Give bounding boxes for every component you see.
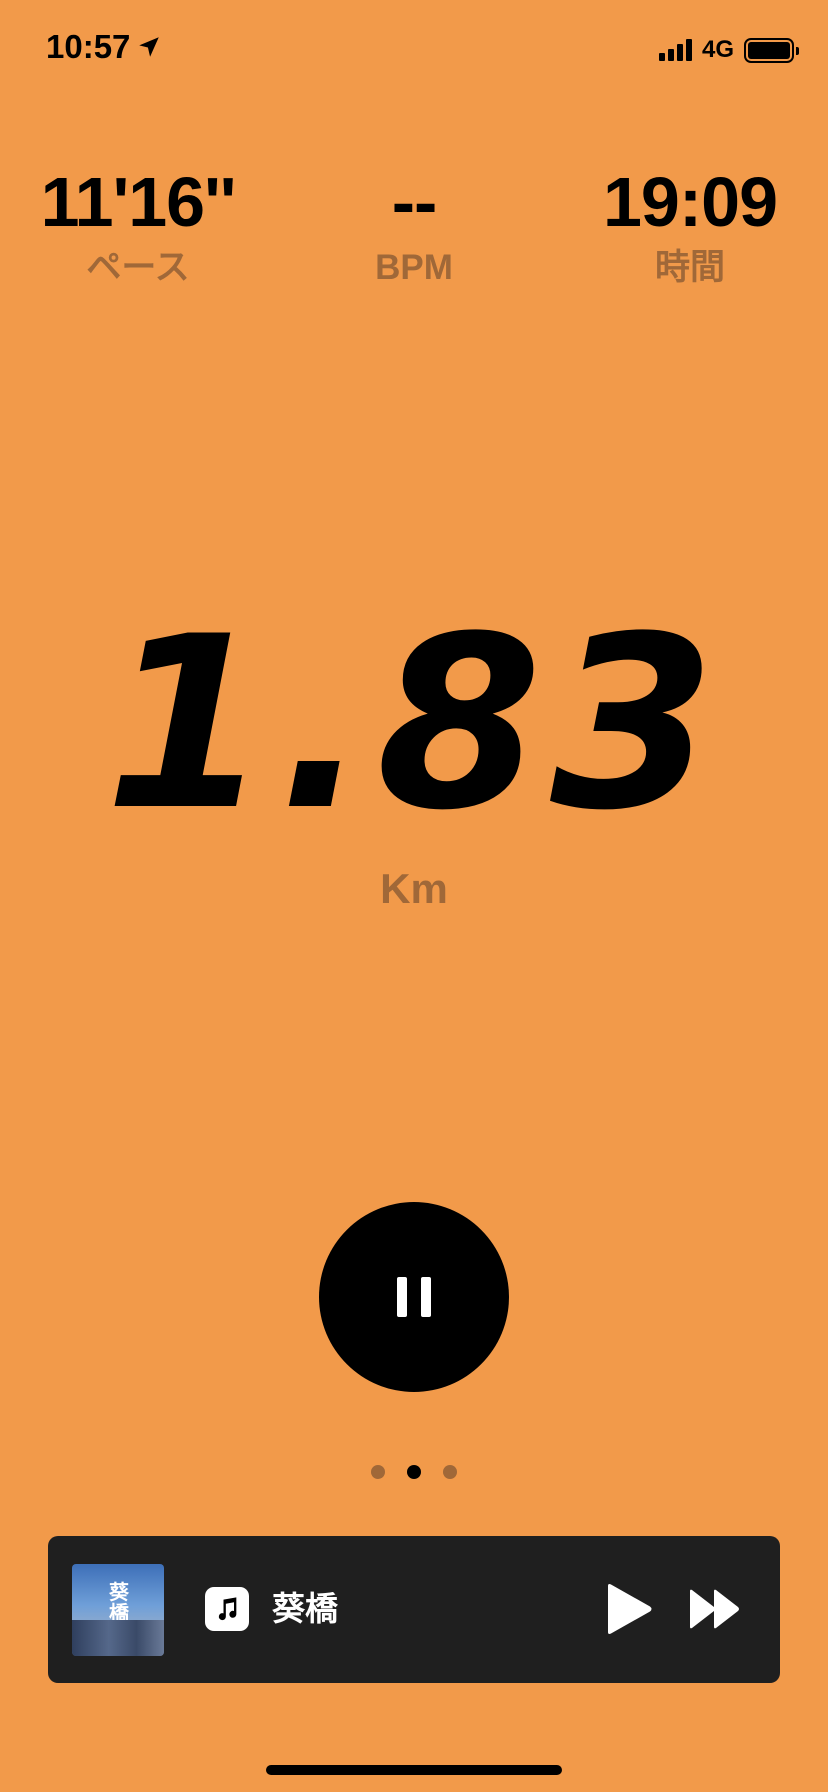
duration-label: 時間 [654, 248, 725, 287]
page-dot[interactable] [371, 1465, 385, 1479]
now-playing-bar[interactable]: 葵橋 葵橋 [48, 1536, 780, 1683]
battery-icon [744, 37, 799, 63]
network-type: 4G [701, 36, 734, 63]
run-screen: 10:57 4G 11'16'' ペース -- BPM 19:09 時間 1.8… [0, 0, 828, 1792]
play-icon[interactable] [604, 1583, 654, 1635]
pace-stat: 11'16'' ペース [0, 160, 276, 290]
cellular-signal-icon [658, 39, 692, 61]
status-time-text: 10:57 [46, 28, 131, 65]
distance-value: 1.83 [104, 586, 724, 863]
duration-value: 19:09 [602, 163, 778, 241]
track-title[interactable]: 葵橋 [272, 1588, 338, 1630]
fast-forward-icon[interactable] [688, 1588, 742, 1630]
distance-unit: Km [380, 865, 448, 912]
location-arrow-icon [139, 37, 160, 57]
music-note-icon [205, 1587, 249, 1631]
duration-stat: 19:09 時間 [552, 160, 828, 290]
home-indicator[interactable] [266, 1765, 562, 1775]
pause-icon [397, 1277, 407, 1317]
pace-value: 11'16'' [40, 163, 237, 241]
pause-button[interactable] [319, 1202, 509, 1392]
heart-rate-stat: -- BPM [276, 160, 552, 290]
page-dot-active[interactable] [407, 1465, 421, 1479]
album-art-title: 葵橋 [109, 1580, 129, 1625]
pace-label: ペース [86, 248, 190, 287]
page-dot[interactable] [443, 1465, 457, 1479]
status-time: 10:57 [46, 28, 162, 66]
album-art[interactable]: 葵橋 [72, 1564, 164, 1656]
heart-rate-value: -- [391, 163, 438, 241]
status-indicators: 4G [658, 36, 799, 64]
heart-rate-label: BPM [375, 248, 453, 287]
page-indicator[interactable] [0, 1465, 828, 1479]
